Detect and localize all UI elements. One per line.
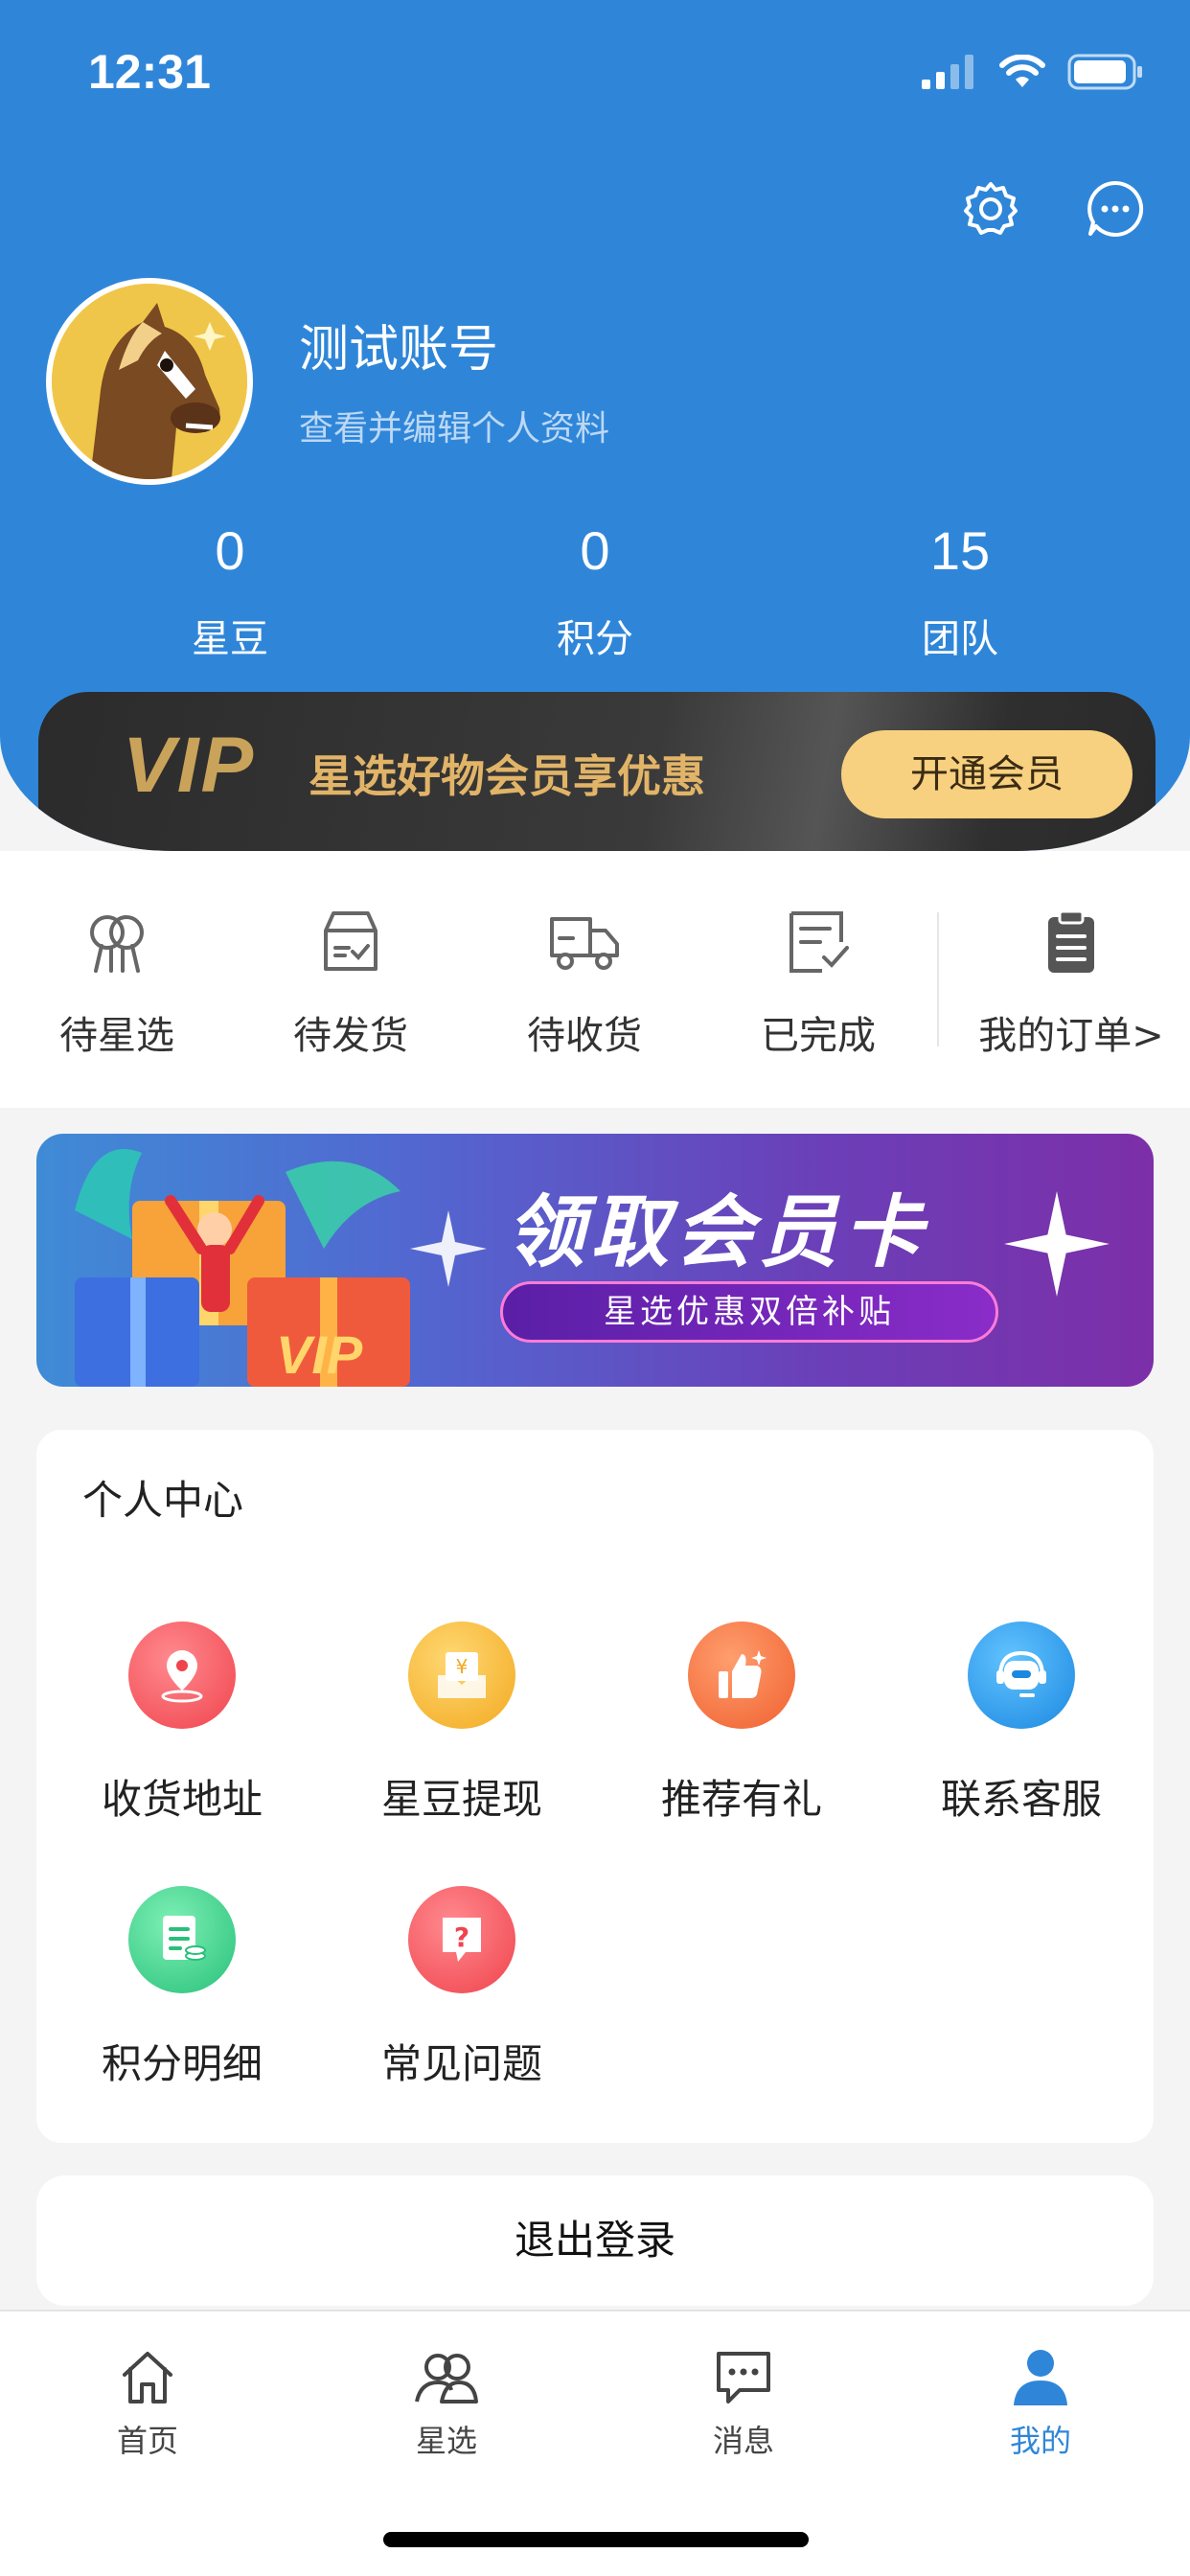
battery-icon [1067, 54, 1142, 90]
home-icon [123, 2352, 172, 2404]
signal-icon [922, 55, 973, 89]
order-divider [937, 912, 939, 1046]
tab-label: 首页 [116, 2423, 178, 2459]
headset-icon [996, 1650, 1046, 1697]
gear-icon [964, 182, 1018, 235]
item-label: 积分明细 [101, 2040, 263, 2087]
customer-service-item[interactable]: 联系客服 [897, 1622, 1146, 1826]
tab-home[interactable]: 首页 [52, 2340, 243, 2461]
personal-center-panel: 个人中心 收货地址 ¥ 星豆提现 推荐有礼 联系客服 积分明细 ? 常见问题 [36, 1430, 1154, 2143]
withdraw-icon: ¥ [438, 1652, 486, 1698]
message-icon [717, 2352, 770, 2404]
location-icon [161, 1650, 203, 1703]
gift-boxes-illustration: VIP [75, 1149, 410, 1387]
tab-label: 星选 [415, 2423, 477, 2459]
order-to-ship[interactable]: 待发货 [255, 901, 446, 1060]
item-label: 收货地址 [101, 1776, 263, 1823]
points-detail-item[interactable]: 积分明细 [57, 1886, 307, 2090]
done-doc-icon [790, 911, 849, 973]
svg-text:¥: ¥ [456, 1655, 469, 1678]
order-label: 待发货 [293, 1014, 408, 1058]
svg-text:?: ? [454, 1921, 469, 1953]
membership-card-banner[interactable]: VIP 领取会员卡 星选优惠双倍补贴 [36, 1134, 1154, 1387]
box-icon [324, 911, 378, 971]
item-label: 联系客服 [940, 1776, 1102, 1823]
address-item[interactable]: 收货地址 [57, 1622, 307, 1826]
item-label: 常见问题 [380, 2040, 542, 2087]
pending-select-icon [90, 915, 144, 973]
logout-button[interactable]: 退出登录 [36, 2175, 1154, 2306]
banner-subtitle: 星选优惠双倍补贴 [500, 1281, 998, 1343]
status-icons [922, 54, 1144, 90]
section-title: 个人中心 [82, 1477, 244, 1524]
avatar[interactable] [46, 278, 253, 485]
edit-profile-link[interactable]: 查看并编辑个人资料 [299, 401, 609, 450]
chat-bubble-icon [1087, 180, 1144, 237]
stats-row: 0 星豆 0 积分 15 团队 [0, 518, 1190, 671]
group-icon [415, 2354, 478, 2404]
order-label: 待收货 [527, 1014, 642, 1058]
order-label: 待星选 [59, 1014, 174, 1058]
tab-label: 消息 [712, 2423, 774, 2459]
order-status-row: 待星选 待发货 待收货 已完成 我的订单> [0, 851, 1190, 1108]
status-bar: 12:31 [0, 0, 1190, 144]
stat-points[interactable]: 0 积分 [451, 518, 739, 663]
tab-label: 我的 [1009, 2423, 1071, 2459]
order-to-receive[interactable]: 待收货 [489, 901, 680, 1060]
profile-header: 12:31 测试账号 查看并编辑个人资料 0 星豆 0 积分 15 团队 VIP… [0, 0, 1190, 851]
tab-mine[interactable]: 我的 [945, 2340, 1136, 2461]
vip-logo: VIP [123, 722, 256, 809]
order-label: 我的订单> [978, 1014, 1164, 1058]
stat-label: 团队 [922, 617, 998, 661]
item-label: 推荐有礼 [660, 1776, 822, 1823]
home-indicator [383, 2532, 809, 2547]
stat-xingdou[interactable]: 0 星豆 [86, 518, 374, 663]
stat-value: 0 [215, 520, 245, 581]
open-membership-button[interactable]: 开通会员 [841, 730, 1133, 818]
banner-title: 领取会员卡 [506, 1187, 927, 1278]
vip-promo-text: 星选好物会员享优惠 [309, 750, 705, 802]
order-completed[interactable]: 已完成 [722, 901, 914, 1060]
message-button[interactable] [1079, 172, 1152, 245]
svg-text:VIP: VIP [276, 1324, 363, 1385]
stat-value: 0 [580, 520, 610, 581]
item-label: 星豆提现 [380, 1776, 542, 1823]
tab-messages[interactable]: 消息 [648, 2340, 839, 2461]
stat-label: 星豆 [192, 617, 268, 661]
order-label: 已完成 [761, 1014, 876, 1058]
stat-team[interactable]: 15 团队 [816, 518, 1104, 663]
question-icon: ? [443, 1918, 481, 1962]
truck-icon [550, 917, 619, 970]
vip-card[interactable]: VIP 星选好物会员享优惠 开通会员 [38, 692, 1156, 851]
sparkle-icon [1004, 1191, 1110, 1297]
faq-item[interactable]: ? 常见问题 [337, 1886, 586, 2090]
withdraw-item[interactable]: ¥ 星豆提现 [337, 1622, 586, 1826]
referral-item[interactable]: 推荐有礼 [617, 1622, 866, 1826]
user-icon [1014, 2350, 1067, 2405]
my-orders-link[interactable]: 我的订单> [975, 901, 1167, 1060]
header-actions [954, 172, 1152, 245]
tab-xingxuan[interactable]: 星选 [351, 2340, 542, 2461]
sparkle-icon [410, 1210, 487, 1287]
order-pending-select[interactable]: 待星选 [21, 901, 213, 1060]
stat-value: 15 [929, 520, 991, 581]
thumbs-up-icon [719, 1650, 767, 1698]
wifi-icon [999, 55, 1045, 87]
clipboard-icon [1048, 909, 1094, 973]
stat-label: 积分 [557, 617, 633, 661]
settings-button[interactable] [954, 172, 1027, 245]
user-name[interactable]: 测试账号 [299, 309, 498, 380]
status-time: 12:31 [88, 45, 211, 99]
points-doc-icon [163, 1916, 206, 1961]
horse-avatar-icon [52, 284, 247, 479]
